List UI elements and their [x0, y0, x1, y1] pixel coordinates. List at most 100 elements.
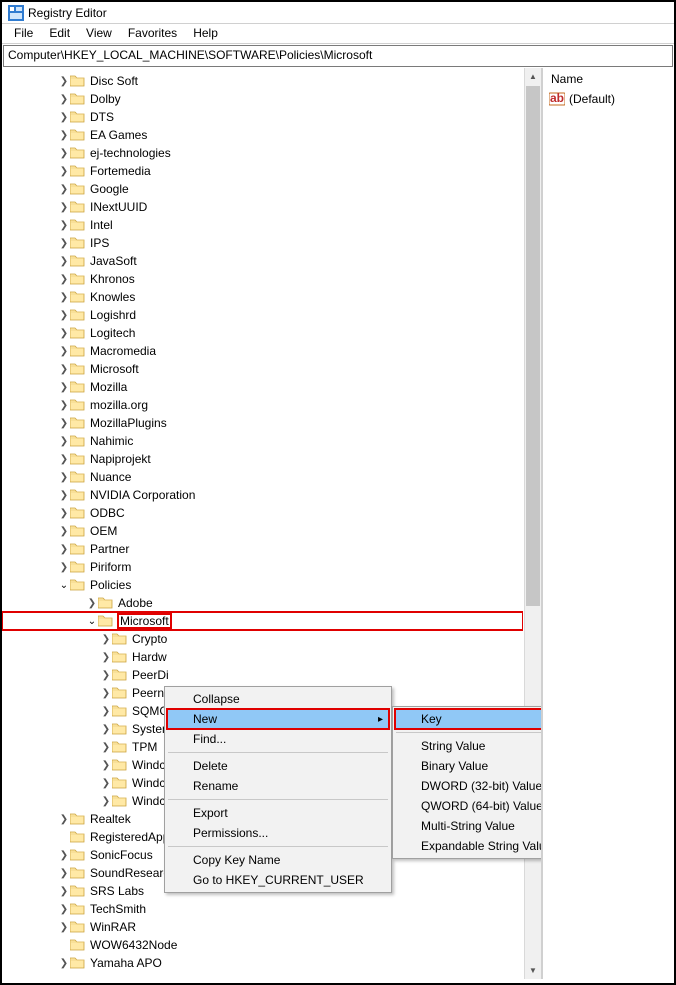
- chevron-right-icon[interactable]: ❯: [100, 760, 112, 771]
- menu-favorites[interactable]: Favorites: [120, 26, 185, 41]
- chevron-right-icon[interactable]: ❯: [100, 688, 112, 699]
- tree-item[interactable]: ❯Fortemedia: [2, 162, 523, 180]
- ctx-find[interactable]: Find...: [167, 729, 389, 749]
- tree-item[interactable]: ❯Partner: [2, 540, 523, 558]
- tree-item[interactable]: ❯JavaSoft: [2, 252, 523, 270]
- chevron-down-icon[interactable]: ⌄: [58, 580, 70, 591]
- chevron-right-icon[interactable]: ❯: [100, 724, 112, 735]
- ctx-rename[interactable]: Rename: [167, 776, 389, 796]
- ctx-delete[interactable]: Delete: [167, 756, 389, 776]
- chevron-right-icon[interactable]: ❯: [58, 562, 70, 573]
- chevron-right-icon[interactable]: ❯: [100, 706, 112, 717]
- tree-item[interactable]: ❯Dolby: [2, 90, 523, 108]
- menu-edit[interactable]: Edit: [41, 26, 78, 41]
- scroll-thumb[interactable]: [526, 86, 540, 606]
- chevron-right-icon[interactable]: ❯: [100, 634, 112, 645]
- ctx-goto-hkcu[interactable]: Go to HKEY_CURRENT_USER: [167, 870, 389, 890]
- scroll-down-button[interactable]: ▼: [525, 962, 541, 979]
- menu-view[interactable]: View: [78, 26, 120, 41]
- chevron-right-icon[interactable]: ❯: [58, 886, 70, 897]
- chevron-right-icon[interactable]: ❯: [58, 328, 70, 339]
- tree-item[interactable]: ❯OEM: [2, 522, 523, 540]
- tree-item[interactable]: ❯Microsoft: [2, 360, 523, 378]
- sub-string[interactable]: String Value: [395, 736, 542, 756]
- tree-item[interactable]: ❯EA Games: [2, 126, 523, 144]
- sub-qword64[interactable]: QWORD (64-bit) Value: [395, 796, 542, 816]
- tree-item[interactable]: ❯WinRAR: [2, 918, 523, 936]
- chevron-right-icon[interactable]: ❯: [100, 796, 112, 807]
- chevron-right-icon[interactable]: ❯: [58, 544, 70, 555]
- chevron-right-icon[interactable]: ❯: [58, 922, 70, 933]
- chevron-right-icon[interactable]: ❯: [58, 292, 70, 303]
- chevron-right-icon[interactable]: ❯: [58, 418, 70, 429]
- tree-item[interactable]: ❯ej-technologies: [2, 144, 523, 162]
- tree-item[interactable]: ❯WOW6432Node: [2, 936, 523, 954]
- tree-item[interactable]: ❯Logitech: [2, 324, 523, 342]
- tree-item[interactable]: ❯Hardw: [2, 648, 523, 666]
- chevron-right-icon[interactable]: ❯: [58, 130, 70, 141]
- chevron-right-icon[interactable]: ❯: [100, 778, 112, 789]
- chevron-right-icon[interactable]: ❯: [58, 958, 70, 969]
- chevron-right-icon[interactable]: ❯: [58, 238, 70, 249]
- chevron-right-icon[interactable]: ❯: [100, 742, 112, 753]
- chevron-right-icon[interactable]: ❯: [58, 310, 70, 321]
- chevron-right-icon[interactable]: ❯: [58, 436, 70, 447]
- chevron-right-icon[interactable]: ❯: [58, 526, 70, 537]
- sub-dword32[interactable]: DWORD (32-bit) Value: [395, 776, 542, 796]
- tree-item[interactable]: ❯Khronos: [2, 270, 523, 288]
- chevron-right-icon[interactable]: ❯: [58, 202, 70, 213]
- tree-item[interactable]: ❯DTS: [2, 108, 523, 126]
- chevron-right-icon[interactable]: ❯: [58, 166, 70, 177]
- chevron-right-icon[interactable]: ❯: [58, 454, 70, 465]
- ctx-collapse[interactable]: Collapse: [167, 689, 389, 709]
- address-bar[interactable]: Computer\HKEY_LOCAL_MACHINE\SOFTWARE\Pol…: [3, 45, 673, 67]
- tree-item[interactable]: ❯INextUUID: [2, 198, 523, 216]
- tree-item[interactable]: ❯MozillaPlugins: [2, 414, 523, 432]
- tree-item[interactable]: ❯Logishrd: [2, 306, 523, 324]
- tree-item[interactable]: ❯Crypto: [2, 630, 523, 648]
- chevron-right-icon[interactable]: ❯: [58, 184, 70, 195]
- chevron-right-icon[interactable]: ❯: [58, 256, 70, 267]
- tree-item[interactable]: ❯Knowles: [2, 288, 523, 306]
- chevron-right-icon[interactable]: ❯: [58, 94, 70, 105]
- tree-item[interactable]: ❯mozilla.org: [2, 396, 523, 414]
- chevron-right-icon[interactable]: ❯: [58, 490, 70, 501]
- chevron-right-icon[interactable]: ❯: [58, 508, 70, 519]
- column-header-name[interactable]: Name: [549, 70, 668, 90]
- chevron-right-icon[interactable]: ❯: [58, 400, 70, 411]
- chevron-right-icon[interactable]: ❯: [58, 364, 70, 375]
- tree-item[interactable]: ❯IPS: [2, 234, 523, 252]
- chevron-right-icon[interactable]: ❯: [86, 598, 98, 609]
- chevron-right-icon[interactable]: ❯: [58, 220, 70, 231]
- tree-item[interactable]: ❯Napiprojekt: [2, 450, 523, 468]
- chevron-right-icon[interactable]: ❯: [58, 148, 70, 159]
- chevron-right-icon[interactable]: ❯: [58, 76, 70, 87]
- chevron-right-icon[interactable]: ❯: [58, 382, 70, 393]
- scroll-up-button[interactable]: ▲: [525, 68, 541, 85]
- tree-item[interactable]: ⌄Microsoft: [2, 612, 523, 630]
- chevron-down-icon[interactable]: ⌄: [86, 616, 98, 627]
- chevron-right-icon[interactable]: ❯: [58, 904, 70, 915]
- chevron-right-icon[interactable]: ❯: [58, 274, 70, 285]
- tree-item[interactable]: ❯Intel: [2, 216, 523, 234]
- tree-item[interactable]: ⌄Policies: [2, 576, 523, 594]
- sub-binary[interactable]: Binary Value: [395, 756, 542, 776]
- sub-multi-string[interactable]: Multi-String Value: [395, 816, 542, 836]
- ctx-permissions[interactable]: Permissions...: [167, 823, 389, 843]
- tree-item[interactable]: ❯TechSmith: [2, 900, 523, 918]
- tree-item[interactable]: ❯Google: [2, 180, 523, 198]
- tree-item[interactable]: ❯Piriform: [2, 558, 523, 576]
- chevron-right-icon[interactable]: ❯: [100, 670, 112, 681]
- tree-item[interactable]: ❯Nahimic: [2, 432, 523, 450]
- ctx-copy-key-name[interactable]: Copy Key Name: [167, 850, 389, 870]
- chevron-right-icon[interactable]: ❯: [58, 112, 70, 123]
- chevron-right-icon[interactable]: ❯: [58, 868, 70, 879]
- chevron-right-icon[interactable]: ❯: [58, 814, 70, 825]
- sub-expandable-string[interactable]: Expandable String Value: [395, 836, 542, 856]
- tree-item[interactable]: ❯Disc Soft: [2, 72, 523, 90]
- tree-item[interactable]: ❯Mozilla: [2, 378, 523, 396]
- ctx-export[interactable]: Export: [167, 803, 389, 823]
- tree-item[interactable]: ❯Adobe: [2, 594, 523, 612]
- tree-item[interactable]: ❯NVIDIA Corporation: [2, 486, 523, 504]
- chevron-right-icon[interactable]: ❯: [100, 652, 112, 663]
